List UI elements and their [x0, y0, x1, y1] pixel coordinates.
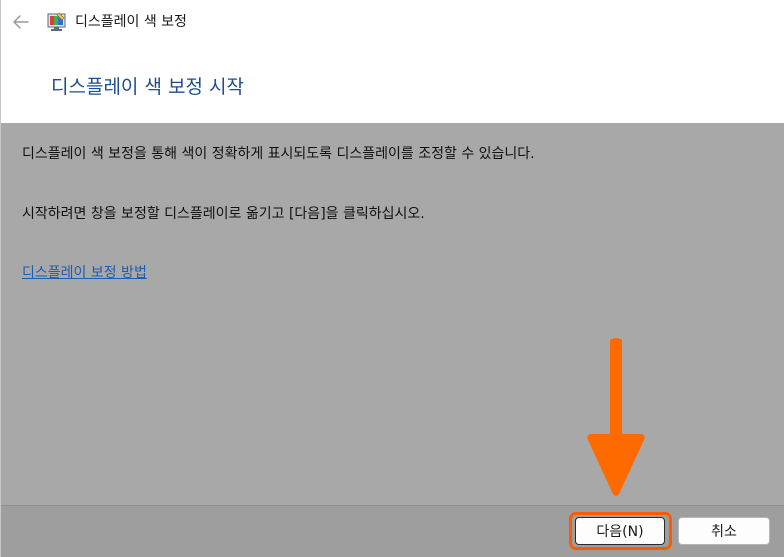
page-title: 디스플레이 색 보정 시작 — [51, 76, 244, 98]
window-title: 디스플레이 색 보정 — [75, 14, 187, 30]
back-arrow-icon — [13, 15, 29, 29]
back-button[interactable] — [7, 8, 35, 36]
display-color-calibration-icon — [47, 12, 66, 31]
page-header: 디스플레이 색 보정 시작 — [1, 44, 784, 123]
title-bar: 디스플레이 색 보정 — [1, 0, 784, 44]
content-area: 디스플레이 색 보정을 통해 색이 정확하게 표시되도록 디스플레이를 조정할 … — [1, 123, 784, 505]
description-text: 디스플레이 색 보정을 통해 색이 정확하게 표시되도록 디스플레이를 조정할 … — [22, 146, 535, 162]
calibration-window: 디스플레이 색 보정 디스플레이 색 보정 시작 디스플레이 색 보정을 통해 … — [0, 0, 784, 557]
cancel-button[interactable]: 취소 — [678, 517, 770, 545]
button-bar: 다음(N) 취소 — [1, 505, 784, 557]
calibration-help-link[interactable]: 디스플레이 보정 방법 — [22, 263, 147, 283]
next-button[interactable]: 다음(N) — [575, 517, 665, 545]
instruction-text: 시작하려면 창을 보정할 디스플레이로 옮기고 [다음]을 클릭하십시오. — [22, 206, 425, 222]
